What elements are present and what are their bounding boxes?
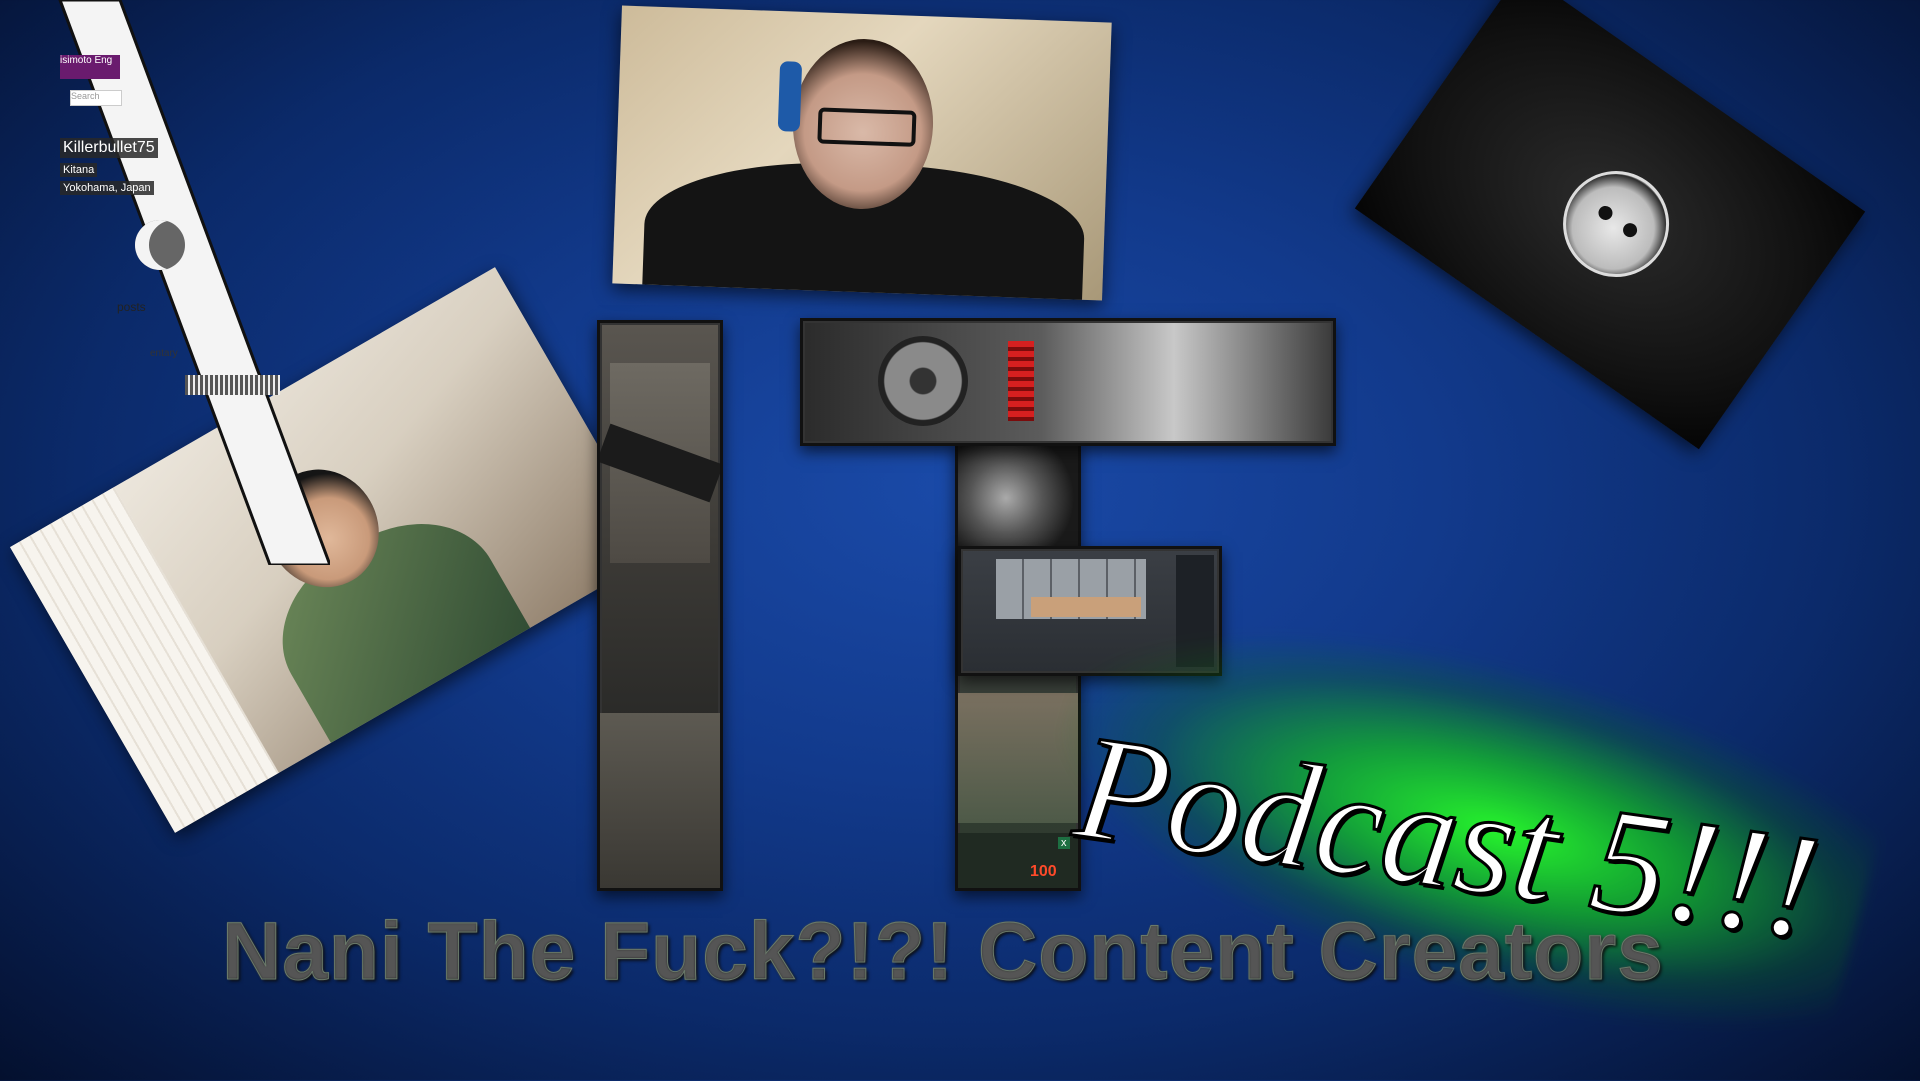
channel-title: Nani The Fuck?!?! Content Creators: [222, 906, 1664, 998]
entary-text: entary: [150, 348, 178, 359]
webcam-photo-top: [612, 5, 1112, 301]
search-input[interactable]: Search: [70, 90, 122, 106]
minimap: [958, 443, 1078, 553]
channel-logo-card: [1354, 0, 1866, 450]
brake-rotor: [878, 336, 968, 426]
channel-logo: [1542, 150, 1690, 298]
posts-text: posts: [117, 300, 146, 314]
profile-username: Killerbullet75: [60, 138, 158, 158]
profile-header: isimoto Eng: [60, 55, 120, 79]
logo-eye-left: [1595, 203, 1616, 223]
profile-character: Kitana: [60, 163, 98, 177]
n-diagonal-shape: [58, 0, 330, 565]
coil-spring: [1008, 341, 1034, 421]
city-skyline: [185, 375, 280, 395]
letter-f-top-bar: [800, 318, 1336, 446]
logo-eye-right: [1620, 220, 1640, 240]
letter-n-diagonal: isimoto Eng Search Killerbullet75 Kitana…: [0, 0, 330, 565]
profile-tab-text: isimoto Eng: [60, 55, 113, 66]
letter-n-left-stem: [597, 320, 723, 891]
search-placeholder: Search: [71, 91, 100, 101]
headset: [777, 61, 803, 132]
profile-location: Yokohama, Japan: [60, 181, 154, 195]
glasses: [817, 107, 917, 147]
moon-icon: [135, 220, 185, 270]
rubble: [600, 713, 720, 888]
